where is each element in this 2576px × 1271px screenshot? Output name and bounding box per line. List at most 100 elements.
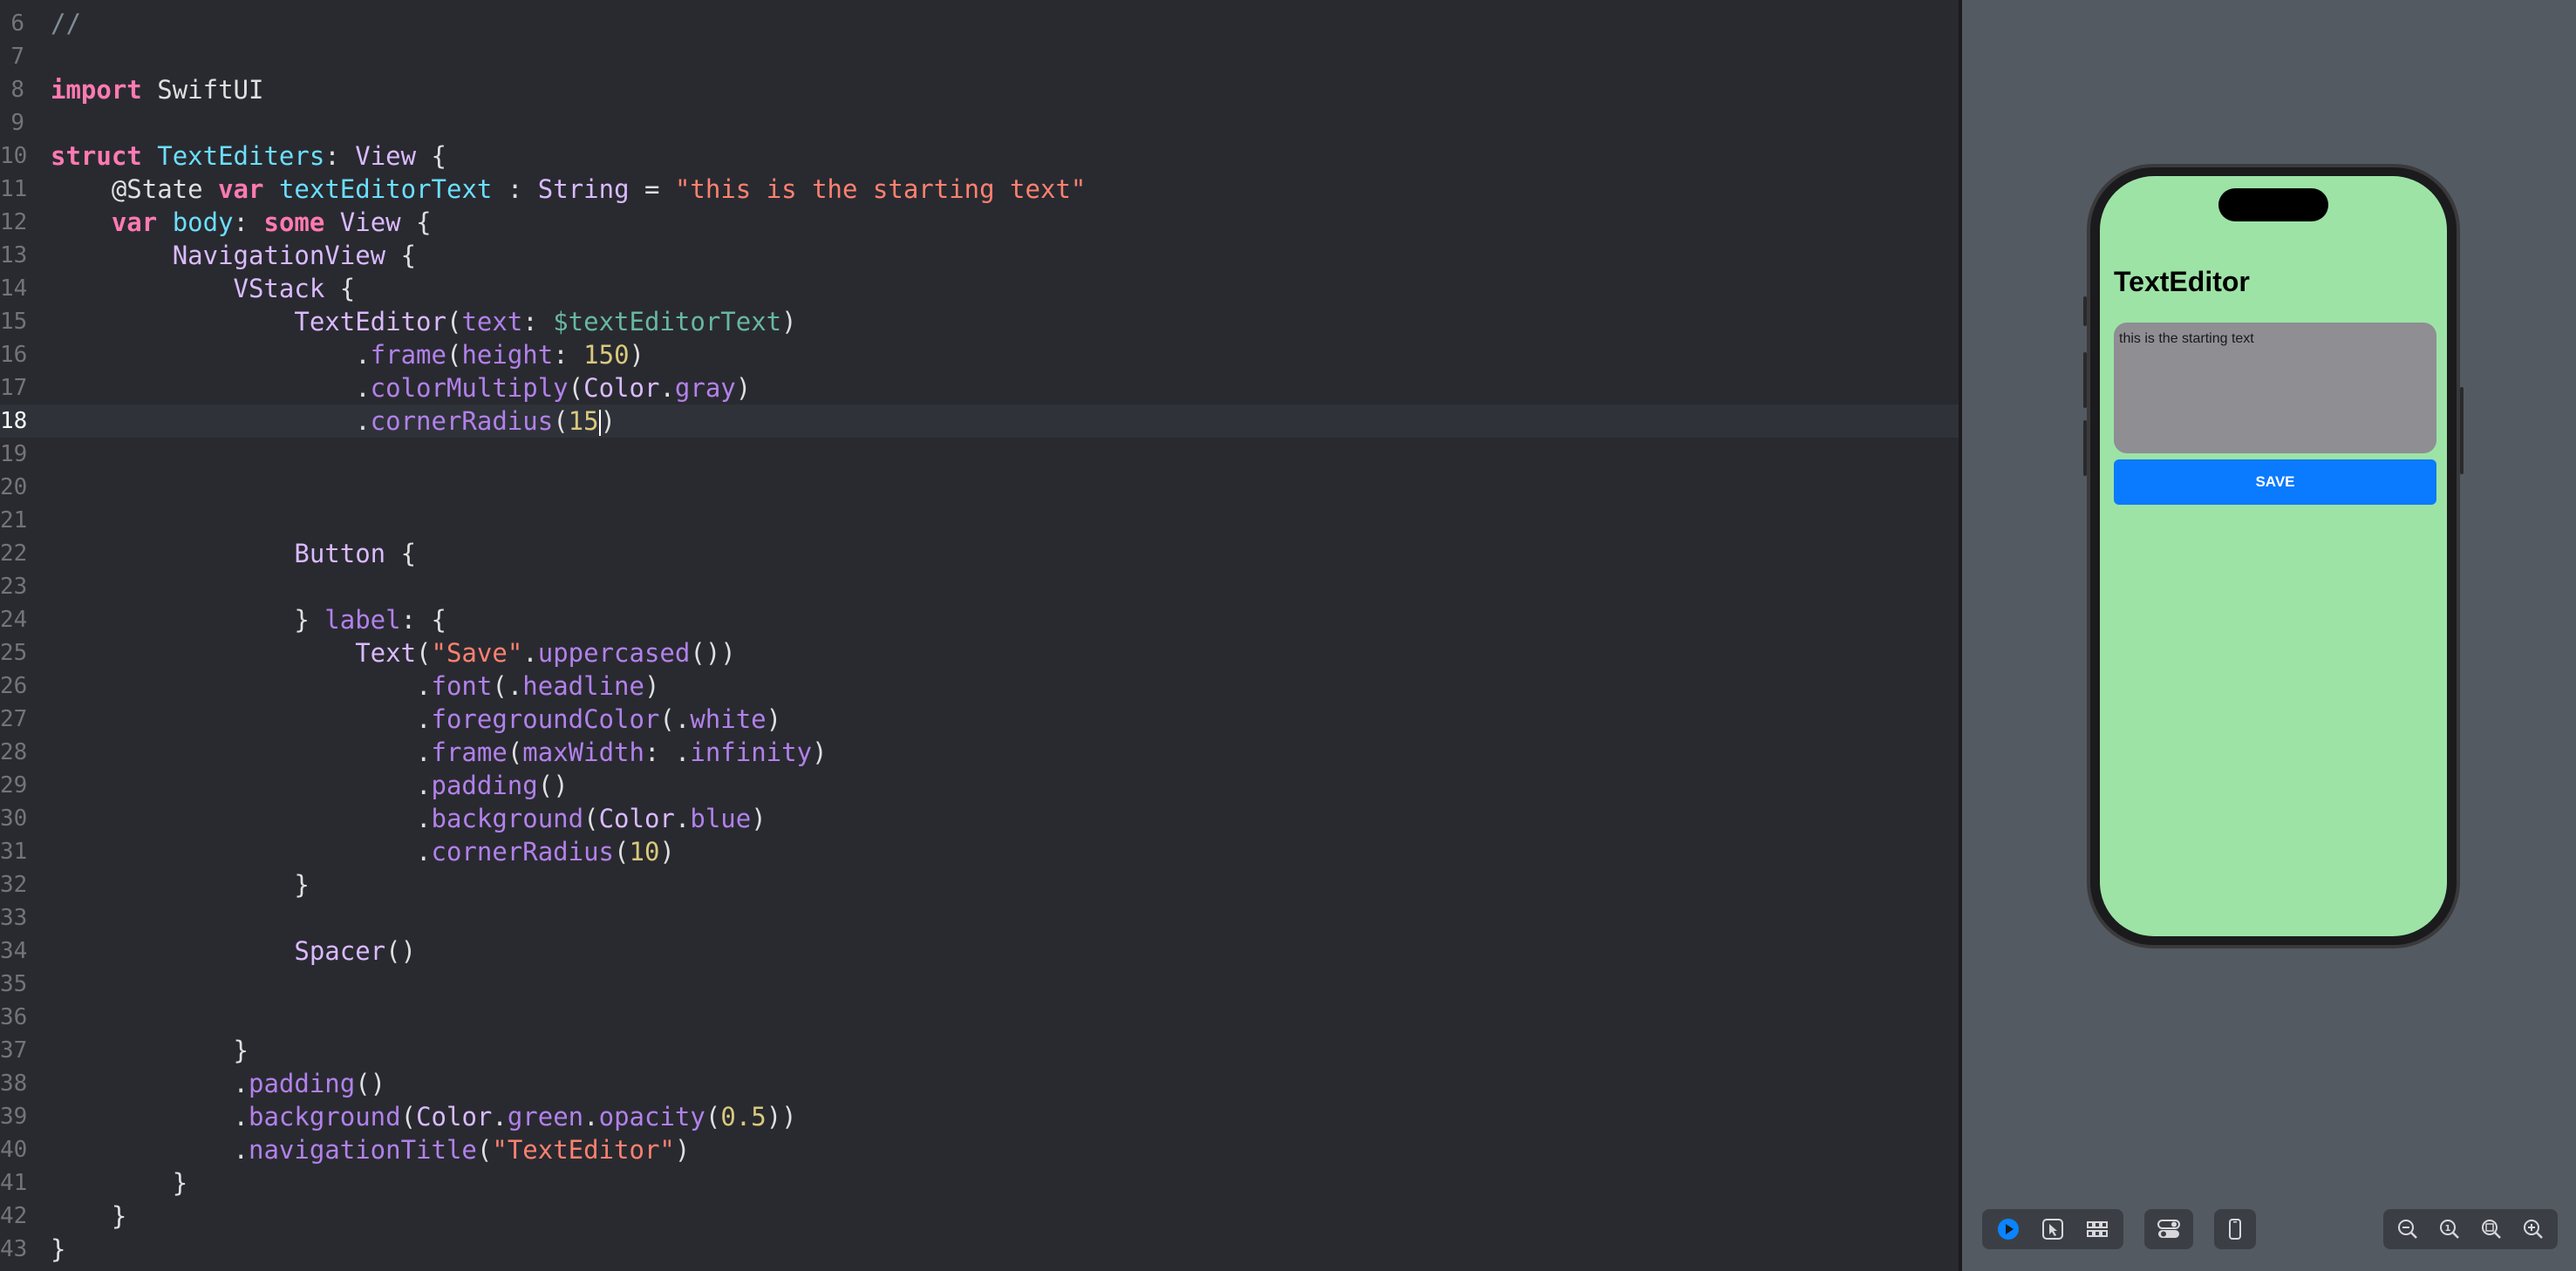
code-line[interactable]: 13 NavigationView { [0, 239, 1959, 272]
line-number: 33 [0, 905, 28, 931]
code-text: import SwiftUI [51, 75, 264, 105]
code-text: } [294, 870, 310, 900]
code-line[interactable]: 41 } [0, 1166, 1959, 1200]
code-text: Text("Save".uppercased()) [355, 638, 736, 668]
code-line[interactable]: 43} [0, 1233, 1959, 1266]
code-line[interactable]: 30 .background(Color.blue) [0, 802, 1959, 835]
code-line[interactable]: 37 } [0, 1034, 1959, 1067]
code-line[interactable]: 27 .foregroundColor(.white) [0, 703, 1959, 736]
canvas-settings-group [2144, 1209, 2193, 1249]
code-text: .font(.headline) [416, 671, 660, 701]
zoom-actual-icon[interactable]: 1 [2432, 1212, 2467, 1247]
code-line[interactable]: 12 var body: some View { [0, 206, 1959, 239]
device-power-button [2460, 387, 2464, 474]
line-number: 38 [0, 1070, 28, 1097]
code-line[interactable]: 25 Text("Save".uppercased()) [0, 636, 1959, 669]
code-line[interactable]: 9 [0, 106, 1959, 139]
code-line[interactable]: 6 // [0, 7, 1959, 40]
code-line[interactable]: 20 [0, 471, 1959, 504]
code-line[interactable]: 38 .padding() [0, 1067, 1959, 1100]
line-number: 40 [0, 1137, 28, 1163]
line-number: 35 [0, 971, 28, 997]
code-line[interactable]: 17 .colorMultiply(Color.gray) [0, 371, 1959, 404]
code-line[interactable]: 31 .cornerRadius(10) [0, 835, 1959, 868]
line-number: 20 [0, 474, 28, 500]
device-group [2214, 1209, 2256, 1249]
live-preview-icon[interactable] [1991, 1212, 2026, 1247]
code-line[interactable]: 26 .font(.headline) [0, 669, 1959, 703]
line-number: 14 [0, 275, 28, 302]
code-text: .colorMultiply(Color.gray) [355, 373, 752, 403]
canvas-settings-icon[interactable] [2151, 1212, 2186, 1247]
code-line[interactable]: 29 .padding() [0, 769, 1959, 802]
line-number: 28 [0, 739, 28, 765]
device-volume-up-button [2083, 352, 2087, 408]
code-text: VStack { [233, 274, 356, 303]
line-number: 11 [0, 176, 28, 202]
code-line[interactable]: 39 .background(Color.green.opacity(0.5)) [0, 1100, 1959, 1133]
code-text: .navigationTitle("TextEditor") [233, 1135, 691, 1165]
code-line[interactable]: 8 import SwiftUI [0, 73, 1959, 106]
code-line[interactable]: 42 } [0, 1200, 1959, 1233]
code-line[interactable]: 34 Spacer() [0, 935, 1959, 968]
code-text: .cornerRadius(15) [355, 406, 617, 436]
line-number: 15 [0, 309, 28, 335]
svg-text:1: 1 [2445, 1224, 2451, 1234]
code-line[interactable]: 40 .navigationTitle("TextEditor") [0, 1133, 1959, 1166]
code-line[interactable]: 14 VStack { [0, 272, 1959, 305]
code-line[interactable]: 33 [0, 901, 1959, 935]
code-line[interactable]: 19 [0, 438, 1959, 471]
code-line[interactable]: 36 [0, 1001, 1959, 1034]
zoom-in-icon[interactable] [2516, 1212, 2551, 1247]
code-text: .padding() [233, 1069, 386, 1098]
code-text: Button { [294, 539, 417, 568]
code-text: struct TextEditers: View { [51, 141, 447, 171]
code-line[interactable]: 22 Button { [0, 537, 1959, 570]
save-button[interactable]: SAVE [2114, 459, 2436, 505]
line-number: 24 [0, 607, 28, 633]
code-line[interactable]: 35 [0, 968, 1959, 1001]
code-text: .background(Color.green.opacity(0.5)) [233, 1102, 797, 1132]
text-editor[interactable]: this is the starting text [2114, 323, 2436, 453]
line-number: 34 [0, 938, 28, 964]
line-number: 36 [0, 1004, 28, 1030]
code-text: // [51, 9, 81, 38]
code-editor[interactable]: 6 // 7 8 import SwiftUI 9 10 struct TextEditers… [0, 0, 1959, 1271]
line-number: 6 [10, 10, 24, 37]
code-text: } label: { [294, 605, 447, 635]
line-number: 32 [0, 872, 28, 898]
line-number: 7 [10, 44, 24, 70]
line-number: 19 [0, 441, 28, 467]
device-icon[interactable] [2218, 1212, 2252, 1247]
zoom-fit-icon[interactable] [2474, 1212, 2509, 1247]
line-number: 21 [0, 507, 28, 534]
code-line[interactable]: 21 [0, 504, 1959, 537]
code-line[interactable]: 28 .frame(maxWidth: .infinity) [0, 736, 1959, 769]
variants-grid-icon[interactable] [2080, 1212, 2115, 1247]
zoom-out-icon[interactable] [2390, 1212, 2425, 1247]
code-line[interactable]: 10 struct TextEditers: View { [0, 139, 1959, 173]
selectable-icon[interactable] [2035, 1212, 2070, 1247]
code-line[interactable]: 11 @State var textEditorText : String = … [0, 173, 1959, 206]
code-line[interactable]: 24 } label: { [0, 603, 1959, 636]
code-text: } [172, 1168, 188, 1198]
code-line[interactable]: 32 } [0, 868, 1959, 901]
code-line[interactable]: 18 .cornerRadius(15) [0, 404, 1959, 438]
code-line[interactable]: 15 TextEditor(text: $textEditorText) [0, 305, 1959, 338]
code-line[interactable]: 7 [0, 40, 1959, 73]
device-action-button [2083, 296, 2087, 326]
preview-mode-group [1982, 1209, 2123, 1249]
code-text: } [51, 1234, 66, 1264]
code-text: } [233, 1036, 249, 1065]
line-number: 23 [0, 574, 28, 600]
code-text: Spacer() [294, 936, 417, 966]
code-text: .frame(height: 150) [355, 340, 645, 370]
code-text: .cornerRadius(10) [416, 837, 675, 867]
code-text: .background(Color.blue) [416, 804, 767, 833]
navigation-title: TextEditor [2114, 266, 2250, 297]
line-number: 25 [0, 640, 28, 666]
line-number: 41 [0, 1170, 28, 1196]
code-line[interactable]: 16 .frame(height: 150) [0, 338, 1959, 371]
line-number: 43 [0, 1236, 28, 1262]
code-line[interactable]: 23 [0, 570, 1959, 603]
